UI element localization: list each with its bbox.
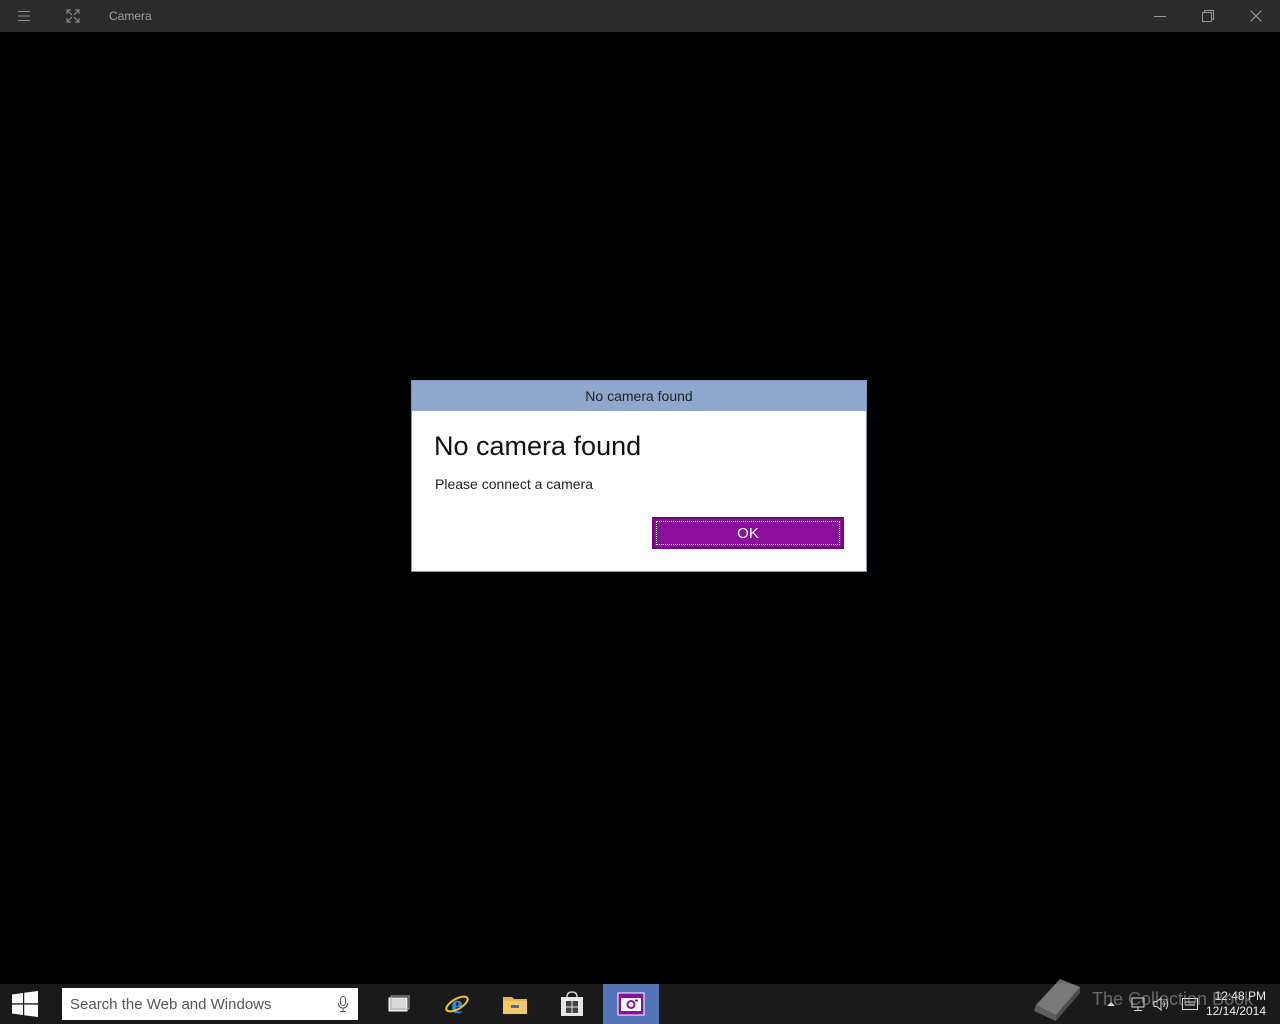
dialog-heading: No camera found <box>434 431 642 461</box>
task-view-icon <box>388 995 410 1012</box>
network-icon <box>1131 997 1145 1011</box>
dialog-message: Please connect a camera <box>435 476 593 492</box>
action-center-button[interactable] <box>1178 984 1202 1024</box>
full-screen-button[interactable] <box>50 0 96 32</box>
search-input[interactable] <box>62 988 330 1020</box>
chevron-up-icon <box>1107 1002 1115 1006</box>
volume-icon <box>1153 996 1169 1012</box>
clock-date: 12/14/2014 <box>1205 1004 1266 1018</box>
title-bar: Camera <box>0 0 1280 32</box>
taskbar-app-store[interactable] <box>545 984 599 1024</box>
store-icon <box>561 991 583 1016</box>
dialog-title: No camera found <box>412 381 866 411</box>
action-center-icon <box>1182 998 1198 1010</box>
ok-button[interactable]: OK <box>652 517 844 549</box>
windows-logo-icon <box>12 991 38 1017</box>
hamburger-icon <box>18 11 30 21</box>
minimize-icon <box>1154 16 1166 17</box>
taskbar-app-internet-explorer[interactable]: e <box>430 984 484 1024</box>
microphone-icon[interactable] <box>338 996 348 1012</box>
search-box[interactable] <box>62 988 358 1020</box>
task-view-button[interactable] <box>372 984 426 1024</box>
no-camera-dialog: No camera found No camera found Please c… <box>411 380 867 572</box>
volume-button[interactable] <box>1150 984 1174 1024</box>
start-button[interactable] <box>0 984 50 1024</box>
clock-time: 12:48 PM <box>1214 989 1266 1003</box>
close-button[interactable] <box>1233 0 1279 32</box>
window-title: Camera <box>109 9 152 23</box>
camera-icon <box>617 992 645 1016</box>
taskbar-app-camera[interactable] <box>603 984 659 1024</box>
svg-text:e: e <box>451 991 463 1017</box>
minimize-button[interactable] <box>1137 0 1183 32</box>
menu-button[interactable] <box>1 0 47 32</box>
internet-explorer-icon: e <box>445 991 469 1017</box>
file-explorer-icon <box>503 997 527 1014</box>
show-hidden-icons-button[interactable] <box>1100 984 1122 1024</box>
taskbar-app-file-explorer[interactable] <box>488 984 542 1024</box>
expand-icon <box>66 9 80 23</box>
system-clock[interactable]: 12:48 PM 12/14/2014 <box>1206 989 1266 1019</box>
restore-button[interactable] <box>1185 0 1231 32</box>
taskbar: e <box>0 984 1280 1024</box>
close-icon <box>1250 10 1262 22</box>
restore-icon <box>1202 10 1214 22</box>
network-button[interactable] <box>1126 984 1150 1024</box>
